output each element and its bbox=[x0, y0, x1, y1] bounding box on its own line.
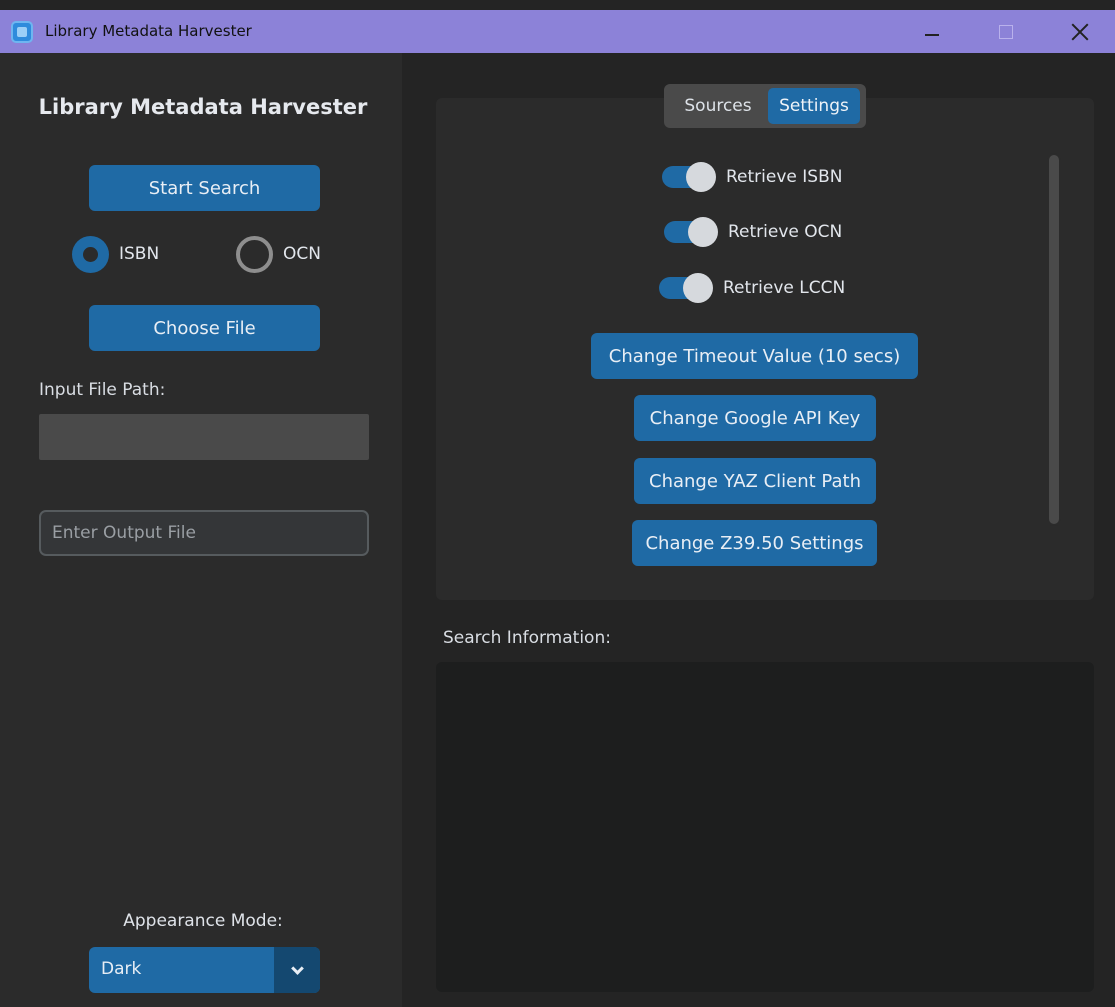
appearance-mode-select[interactable]: Dark bbox=[89, 947, 320, 993]
radio-unselected-icon bbox=[236, 235, 273, 273]
toggle-label: Retrieve LCCN bbox=[723, 278, 846, 298]
title-bar: Library Metadata Harvester bbox=[0, 10, 1115, 53]
change-google-api-key-button[interactable]: Change Google API Key bbox=[634, 395, 876, 441]
switch-icon bbox=[664, 217, 718, 247]
search-information-textbox[interactable] bbox=[436, 662, 1094, 992]
toggle-retrieve-isbn[interactable]: Retrieve ISBN bbox=[662, 162, 842, 192]
window-title: Library Metadata Harvester bbox=[45, 22, 252, 40]
switch-knob bbox=[688, 217, 718, 247]
switch-icon bbox=[662, 162, 716, 192]
input-file-label: Input File Path: bbox=[39, 380, 166, 400]
tab-sources[interactable]: Sources bbox=[668, 88, 768, 124]
start-search-button[interactable]: Start Search bbox=[89, 165, 320, 211]
radio-isbn-label: ISBN bbox=[119, 244, 160, 264]
app-window: Library Metadata Harvester Library Metad… bbox=[0, 0, 1115, 1007]
switch-knob bbox=[686, 162, 716, 192]
close-button[interactable] bbox=[1052, 10, 1108, 53]
tab-settings[interactable]: Settings bbox=[768, 88, 860, 124]
tab-switcher: Sources Settings bbox=[664, 84, 866, 128]
output-file-input[interactable]: Enter Output File bbox=[39, 510, 369, 556]
change-yaz-client-path-button[interactable]: Change YAZ Client Path bbox=[634, 458, 876, 504]
dropdown-arrow-button[interactable] bbox=[274, 947, 320, 993]
toggle-label: Retrieve OCN bbox=[728, 222, 843, 242]
close-icon bbox=[1071, 23, 1089, 41]
search-information-label: Search Information: bbox=[443, 628, 611, 648]
change-z3950-settings-button[interactable]: Change Z39.50 Settings bbox=[632, 520, 877, 566]
chevron-down-icon bbox=[290, 961, 304, 975]
toggle-retrieve-ocn[interactable]: Retrieve OCN bbox=[664, 217, 842, 247]
radio-ocn[interactable]: OCN bbox=[236, 235, 321, 273]
minimize-icon bbox=[925, 33, 939, 36]
sidebar: Library Metadata Harvester Start Search … bbox=[0, 53, 402, 1007]
minimize-button[interactable] bbox=[904, 10, 960, 53]
switch-icon bbox=[659, 273, 713, 303]
toggle-retrieve-lccn[interactable]: Retrieve LCCN bbox=[659, 273, 845, 303]
settings-scrollbar[interactable] bbox=[1047, 153, 1061, 526]
switch-knob bbox=[683, 273, 713, 303]
appearance-mode-label: Appearance Mode: bbox=[123, 911, 283, 931]
input-file-path-field bbox=[39, 414, 369, 460]
choose-file-button[interactable]: Choose File bbox=[89, 305, 320, 351]
app-icon bbox=[11, 21, 33, 43]
change-timeout-button[interactable]: Change Timeout Value (10 secs) bbox=[591, 333, 918, 379]
radio-selected-icon bbox=[72, 235, 109, 273]
radio-ocn-label: OCN bbox=[283, 244, 321, 264]
maximize-icon bbox=[999, 24, 1013, 39]
sidebar-title: Library Metadata Harvester bbox=[38, 95, 368, 119]
maximize-button[interactable] bbox=[978, 10, 1034, 53]
radio-isbn[interactable]: ISBN bbox=[72, 235, 160, 273]
appearance-mode-value: Dark bbox=[101, 959, 142, 979]
toggle-label: Retrieve ISBN bbox=[726, 167, 843, 187]
